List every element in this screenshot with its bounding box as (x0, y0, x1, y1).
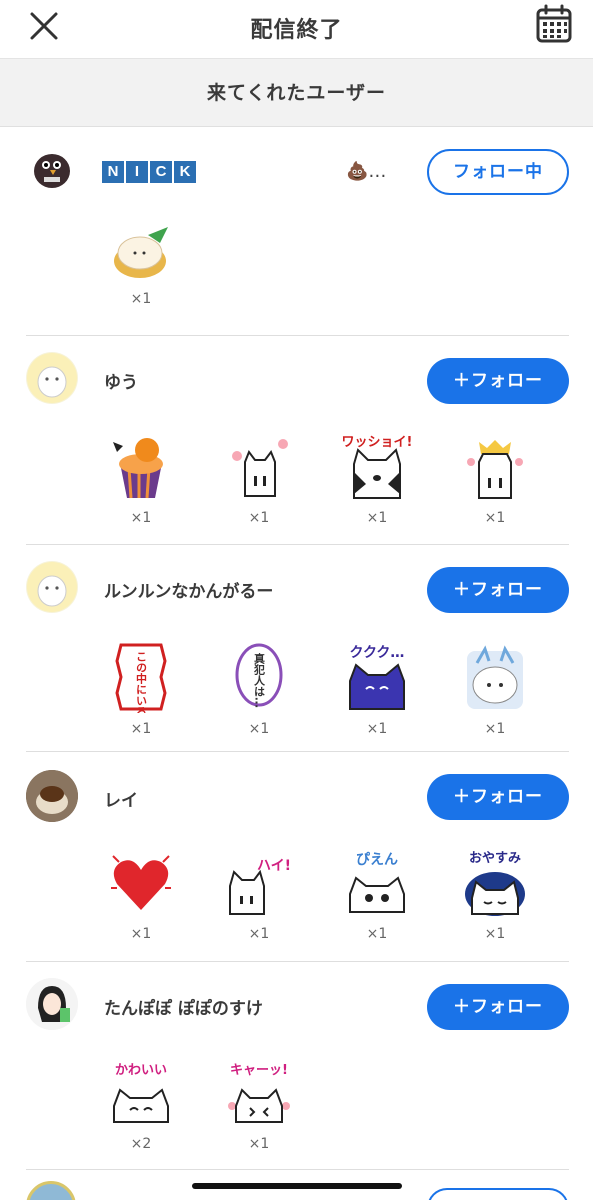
list-item: レイ ＋フォロー ×1 ハイ! ×1 ぴえん ×1 おやすみ ×1 (26, 752, 569, 962)
cat-flowers-sticker-icon (232, 439, 288, 497)
gift-item: ×1 (104, 221, 178, 307)
follow-button[interactable] (427, 1188, 569, 1200)
user-name: ゆう (104, 373, 138, 393)
gift-count: ×2 (130, 1136, 152, 1152)
follow-button[interactable]: ＋フォロー (427, 567, 569, 613)
gift-count: ×1 (130, 926, 152, 942)
gift-item: 真犯人は… ×1 (222, 641, 296, 737)
gift-count: ×1 (366, 721, 388, 737)
gift-item: ×1 (104, 432, 178, 526)
cat-oyasumi-sticker-icon: おやすみ (465, 851, 525, 916)
name-suffix: 💩… (346, 161, 387, 182)
gift-count: ×1 (484, 721, 506, 737)
gift-item: ×1 (104, 848, 178, 942)
banner-sticker-icon: この中にいる! (115, 643, 167, 713)
gift-item: ワッショイ! ×1 (340, 432, 414, 526)
chick-avatar-icon (27, 353, 77, 403)
xiaolongbao-sticker-icon (114, 227, 168, 278)
speech-bubble-sticker-icon: 真犯人は… (235, 643, 283, 708)
chick-avatar-icon (27, 562, 77, 612)
gift-count: ×1 (130, 510, 152, 526)
avatar[interactable] (26, 770, 78, 822)
follow-button[interactable]: ＋フォロー (427, 358, 569, 404)
cat-hai-sticker-icon: ハイ! (229, 858, 291, 915)
sticker-text: キャーッ! (230, 1063, 288, 1078)
sticker-text: ぴえん (356, 852, 398, 868)
anime-character-avatar-icon (26, 978, 78, 1030)
gift-count: ×1 (366, 926, 388, 942)
avatar[interactable] (26, 143, 78, 195)
page-title: 配信終了 (250, 18, 343, 43)
sticker-text: この中にいる! (135, 651, 148, 713)
following-button[interactable]: フォロー中 (427, 149, 569, 195)
cat-wasshoi-sticker-icon: ワッショイ! (342, 435, 412, 499)
home-indicator (192, 1183, 402, 1189)
gift-item: ぴえん ×1 (340, 848, 414, 942)
gift-item: ×1 (458, 641, 532, 737)
halloween-cupcake-sticker-icon (113, 438, 163, 499)
gift-item: キャーッ! ×1 (222, 1058, 296, 1152)
list-item: ゆう ＋フォロー ×1 ×1 ワッショイ! ×1 ×1 (26, 336, 569, 545)
list-item: ルンルンなかんがるー ＋フォロー この中にいる! ×1 真犯人は… ×1 ククク… (26, 545, 569, 752)
user-name: レイ (104, 791, 138, 811)
dragon-cat-sticker-icon (467, 645, 523, 709)
gift-item: ハイ! ×1 (222, 848, 296, 942)
gift-count: ×1 (248, 721, 270, 737)
list-item: たんぽぽ ぽぽのすけ ＋フォロー かわいい ×2 キャーッ! ×1 (26, 962, 569, 1170)
gift-item: おやすみ ×1 (458, 848, 532, 942)
gift-item: ×1 (222, 432, 296, 526)
follow-button[interactable]: ＋フォロー (427, 984, 569, 1030)
gift-count: ×1 (130, 291, 152, 307)
top-bar: 配信終了 (0, 0, 593, 58)
section-header: 来てくれたユーザー (0, 58, 593, 127)
avatar[interactable] (26, 352, 78, 404)
name-letter: K (174, 161, 196, 183)
gift-item: かわいい ×2 (104, 1058, 178, 1152)
sticker-text: 真犯人は… (253, 652, 267, 708)
cat-crown-sticker-icon (467, 440, 523, 499)
user-name-badge: N I C K (102, 161, 196, 183)
gift-item: この中にいる! ×1 (104, 641, 178, 737)
cat-kawaii-sticker-icon: かわいい (113, 1063, 169, 1123)
gift-count: ×1 (248, 1136, 270, 1152)
sticker-text: ハイ! (257, 858, 291, 874)
gift-count: ×1 (130, 721, 152, 737)
calendar-icon[interactable] (535, 4, 573, 44)
avatar[interactable] (26, 1181, 76, 1200)
gift-count: ×1 (366, 510, 388, 526)
name-letter: C (150, 161, 172, 183)
list-item: N I C K 💩… フォロー中 ×1 (26, 127, 569, 336)
heart-sticker-icon (111, 855, 171, 910)
gift-count: ×1 (248, 510, 270, 526)
cat-kukuku-sticker-icon: ククク… (349, 645, 405, 710)
user-name: たんぽぽ ぽぽのすけ (104, 999, 263, 1019)
gift-item: ×1 (458, 432, 532, 526)
name-letter: I (126, 161, 148, 183)
sticker-text: ククク… (350, 645, 405, 661)
avatar[interactable] (26, 978, 78, 1030)
visitor-list: N I C K 💩… フォロー中 ×1 ゆう ＋フォロー ×1 ×1 ワッショイ… (0, 127, 593, 1170)
gift-count: ×1 (484, 510, 506, 526)
gift-count: ×1 (484, 926, 506, 942)
user-name: ルンルンなかんがるー (104, 582, 274, 602)
cat-kya-sticker-icon: キャーッ! (228, 1063, 290, 1123)
name-letter: N (102, 161, 124, 183)
avatar[interactable] (26, 561, 78, 613)
gift-item: ククク… ×1 (340, 641, 414, 737)
follow-button[interactable]: ＋フォロー (427, 774, 569, 820)
section-label: 来てくれたユーザー (206, 82, 387, 104)
coffee-photo-avatar-icon (26, 770, 78, 822)
gift-count: ×1 (248, 926, 270, 942)
sticker-text: かわいい (115, 1063, 167, 1078)
cat-pien-sticker-icon: ぴえん (349, 852, 405, 913)
sticker-text: ワッショイ! (342, 435, 412, 450)
crow-avatar-icon (34, 154, 70, 188)
sticker-text: おやすみ (469, 851, 521, 866)
